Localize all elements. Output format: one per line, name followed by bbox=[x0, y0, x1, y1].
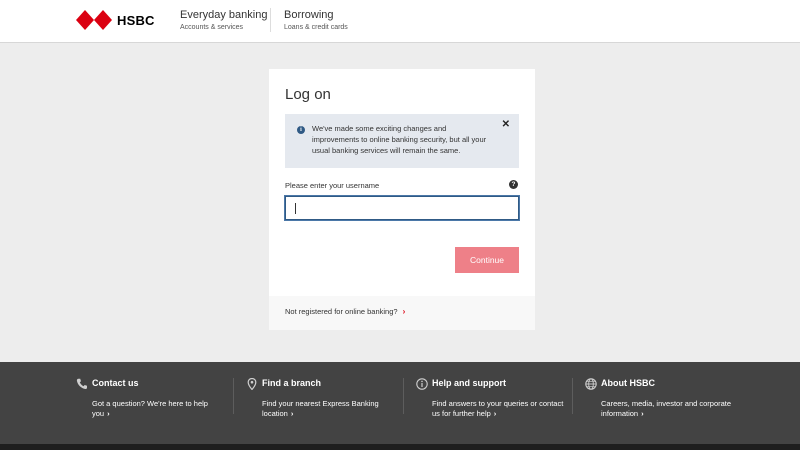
footer-desc: Got a question? We're here to help you › bbox=[92, 399, 227, 419]
username-input[interactable] bbox=[285, 196, 519, 220]
chevron-right-icon: › bbox=[493, 409, 497, 418]
register-link-text: Not registered for online banking? bbox=[285, 307, 398, 316]
globe-icon bbox=[585, 378, 597, 390]
footer-title: Contact us bbox=[92, 378, 139, 388]
footer-desc-text: Careers, media, investor and corporate i… bbox=[601, 399, 732, 418]
footer-divider bbox=[233, 378, 234, 414]
footer-desc: Find your nearest Express Banking locati… bbox=[262, 399, 397, 419]
footer-title: Find a branch bbox=[262, 378, 322, 388]
username-label: Please enter your username bbox=[285, 181, 380, 190]
help-icon[interactable]: ? bbox=[509, 180, 518, 189]
nav-title: Borrowing bbox=[284, 9, 334, 21]
chevron-right-icon: › bbox=[402, 307, 406, 316]
info-circle-icon bbox=[416, 378, 428, 390]
page-title: Log on bbox=[285, 86, 331, 103]
nav-title: Everyday banking bbox=[180, 9, 268, 21]
logo-text: HSBC bbox=[117, 12, 155, 28]
footer-title: About HSBC bbox=[601, 378, 655, 388]
chevron-right-icon: › bbox=[290, 409, 294, 418]
security-notice: i We've made some exciting changes and i… bbox=[285, 114, 519, 168]
close-icon[interactable]: ✕ bbox=[502, 120, 510, 130]
login-card: Log on i We've made some exciting change… bbox=[269, 69, 535, 330]
top-header: HSBC Everyday banking Accounts & service… bbox=[0, 0, 800, 43]
nav-subtitle: Accounts & services bbox=[180, 24, 244, 31]
phone-icon bbox=[76, 378, 87, 390]
card-footer: Not registered for online banking? › bbox=[269, 296, 535, 330]
chevron-right-icon: › bbox=[107, 409, 110, 418]
footer-desc: Find answers to your queries or contact … bbox=[432, 399, 567, 419]
footer-divider bbox=[403, 378, 404, 414]
chevron-right-icon: › bbox=[641, 409, 644, 418]
nav-divider bbox=[270, 8, 271, 32]
notice-text: We've made some exciting changes and imp… bbox=[312, 124, 487, 155]
register-link[interactable]: Not registered for online banking? › bbox=[285, 307, 405, 316]
footer-desc-text: Find your nearest Express Banking locati… bbox=[262, 399, 379, 418]
footer-divider bbox=[572, 378, 573, 414]
continue-button[interactable]: Continue bbox=[455, 247, 519, 273]
text-caret bbox=[295, 203, 296, 214]
map-pin-icon bbox=[247, 378, 257, 390]
footer-bottom-bar bbox=[0, 444, 800, 450]
footer-title: Help and support bbox=[432, 378, 506, 388]
site-footer: Contact us Got a question? We're here to… bbox=[0, 362, 800, 444]
info-icon: i bbox=[297, 126, 305, 134]
footer-desc-text: Find answers to your queries or contact … bbox=[432, 399, 564, 418]
nav-borrowing[interactable]: Borrowing Loans & credit cards bbox=[284, 9, 348, 32]
footer-desc: Careers, media, investor and corporate i… bbox=[601, 399, 736, 419]
hsbc-logo[interactable]: HSBC bbox=[76, 10, 155, 30]
nav-everyday-banking[interactable]: Everyday banking Accounts & services bbox=[180, 9, 267, 32]
nav-subtitle: Loans & credit cards bbox=[284, 24, 348, 31]
hsbc-hexagon-icon bbox=[76, 10, 112, 30]
